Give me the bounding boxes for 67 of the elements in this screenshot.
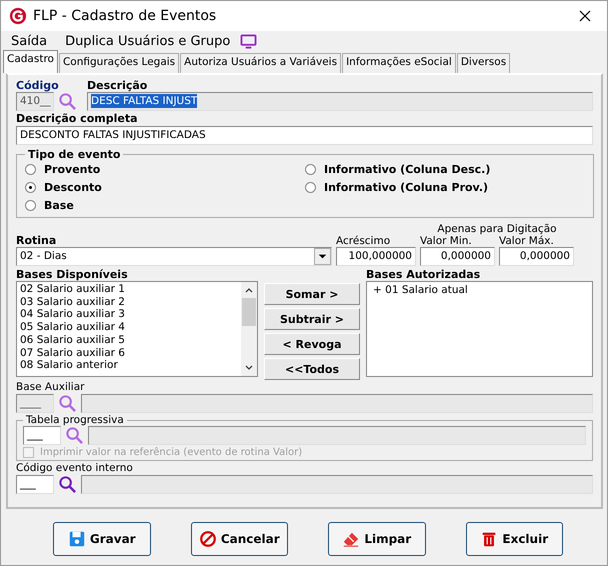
cancel-button[interactable]: Cancelar <box>190 522 288 556</box>
transfer-button[interactable]: Somar > <box>264 283 360 305</box>
app-logo-icon <box>9 7 27 25</box>
field-label: Bases Disponíveis <box>16 268 129 281</box>
prohibited-icon <box>198 530 217 548</box>
radio-option[interactable]: Desconto <box>25 179 305 195</box>
search-icon[interactable] <box>65 426 84 445</box>
field-label: Valor Máx. <box>499 235 555 247</box>
max-value-field[interactable]: 0,000000 <box>499 247 574 266</box>
tab[interactable]: Autoriza Usuários a Variáveis <box>180 53 342 73</box>
tab[interactable]: Diversos <box>456 53 510 73</box>
window-title: FLP - Cadastro de Eventos <box>33 8 218 24</box>
scroll-thumb[interactable] <box>242 298 256 326</box>
transfer-button[interactable]: Subtrair > <box>264 308 360 330</box>
menu-item[interactable]: Saída <box>11 34 48 48</box>
field-label: Código evento interno <box>16 462 134 474</box>
transfer-button[interactable]: < Revoga <box>264 333 360 355</box>
radio-option[interactable]: Informativo (Coluna Prov.) <box>305 179 585 195</box>
menu-item[interactable]: Duplica Usuários e Grupo <box>65 34 230 48</box>
list-item[interactable]: 04 Salario auxiliar 3 <box>20 308 238 322</box>
field-label: Base Auxiliar <box>16 381 86 393</box>
trash-icon <box>480 530 498 548</box>
tab[interactable]: Cadastro <box>3 50 58 73</box>
list-item[interactable]: 06 Salario auxiliar 5 <box>20 334 238 347</box>
caret-icon[interactable] <box>314 248 331 265</box>
field-label: Bases Autorizadas <box>366 268 482 281</box>
list-item[interactable]: 02 Salario auxiliar 1 <box>20 283 238 296</box>
radio-option[interactable]: Informativo (Coluna Desc.) <box>305 161 585 177</box>
increment-field[interactable]: 100,000000 <box>336 247 416 266</box>
scrollbar[interactable] <box>241 282 257 376</box>
close-icon[interactable] <box>579 10 591 22</box>
monitor-icon[interactable] <box>240 34 258 48</box>
field-label: Rotina <box>16 234 58 247</box>
field-label: Descrição <box>87 79 148 92</box>
min-value-field[interactable]: 0,000000 <box>420 247 495 266</box>
group-title: Tipo de evento <box>27 148 122 161</box>
list-item[interactable]: 03 Salario auxiliar 2 <box>20 296 238 308</box>
routine-dropdown[interactable]: 02 - Dias <box>16 247 332 266</box>
search-icon[interactable] <box>58 475 77 494</box>
search-icon[interactable] <box>58 92 77 111</box>
list-item[interactable]: 07 Salario auxiliar 6 <box>20 346 238 360</box>
code-field[interactable]: ___ <box>16 475 54 494</box>
save-button[interactable]: Gravar <box>53 522 150 556</box>
search-icon[interactable] <box>58 394 77 413</box>
clear-button[interactable]: Limpar <box>328 522 426 556</box>
field-label: Código <box>16 79 60 92</box>
field-label: Descrição completa <box>16 112 139 125</box>
transfer-button[interactable]: <<Todos <box>264 358 360 380</box>
radio-option[interactable]: Provento <box>25 161 305 177</box>
note-text: Apenas para Digitação <box>437 223 557 235</box>
field-label: Acréscimo <box>336 235 392 247</box>
radio-option[interactable]: Base <box>25 197 305 213</box>
scroll-down-icon[interactable] <box>244 364 254 372</box>
code-field[interactable]: 410__ <box>16 92 54 111</box>
list-item[interactable]: + 01 Salario atual <box>373 284 586 297</box>
field-label: Valor Min. <box>420 235 473 247</box>
list-item[interactable]: 05 Salario auxiliar 4 <box>20 321 238 334</box>
list-item[interactable]: 08 Salario anterior <box>20 359 238 372</box>
scroll-up-icon[interactable] <box>244 286 254 294</box>
tab[interactable]: Informações eSocial <box>342 53 456 73</box>
code-field[interactable]: ___ <box>23 426 61 445</box>
group-title: Tabela progressiva <box>25 414 125 426</box>
full-description-field[interactable]: DESCONTO FALTAS INJUSTIFICADAS <box>16 126 593 145</box>
delete-button[interactable]: Excluir <box>466 522 563 556</box>
code-field[interactable]: ____ <box>16 394 54 413</box>
tab[interactable]: Configurações Legais <box>58 53 180 73</box>
eraser-icon <box>342 530 360 548</box>
